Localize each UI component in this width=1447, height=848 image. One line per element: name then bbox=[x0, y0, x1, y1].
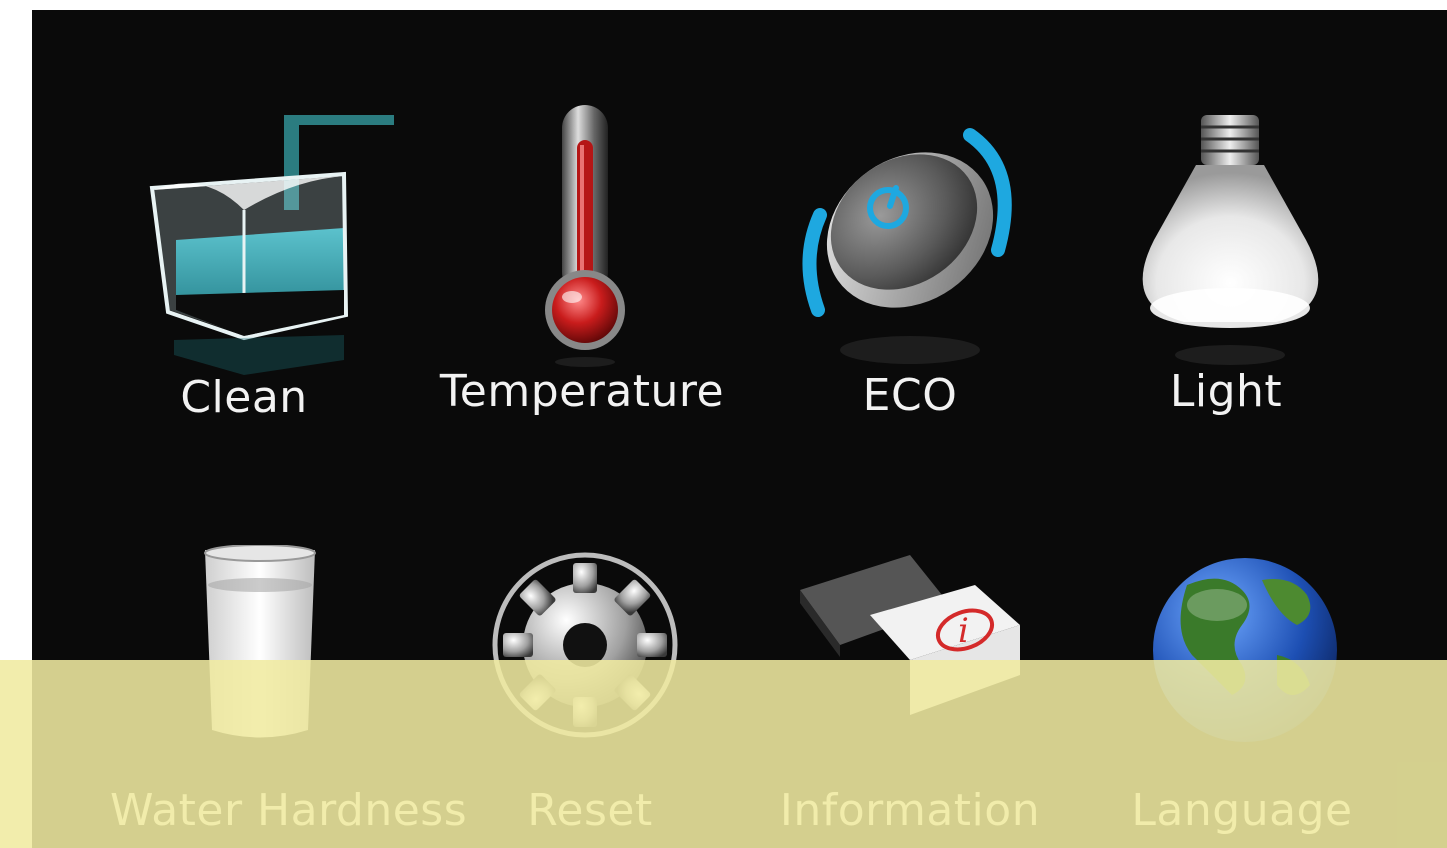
menu-tile-temperature[interactable]: Temperature bbox=[432, 100, 732, 440]
menu-label-eco: ECO bbox=[862, 370, 958, 421]
menu-label-language: Language bbox=[1131, 785, 1353, 836]
menu-tile-water-hardness[interactable]: Water Hardness bbox=[110, 545, 468, 848]
menu-label-clean: Clean bbox=[180, 372, 308, 423]
thermometer-icon bbox=[545, 105, 625, 367]
menu-label-temperature: Temperature bbox=[439, 366, 725, 417]
menu-label-information: Information bbox=[779, 785, 1041, 836]
menu-label-light: Light bbox=[1169, 366, 1283, 417]
menu-tile-reset[interactable]: Reset bbox=[440, 545, 740, 848]
svg-text:i: i bbox=[958, 611, 969, 651]
eco-power-button-icon bbox=[802, 128, 1012, 364]
menu-tile-clean[interactable]: Clean bbox=[94, 100, 394, 440]
menu-label-water-hardness: Water Hardness bbox=[110, 785, 468, 836]
light-bulb-icon bbox=[1142, 115, 1319, 365]
settings-menu-screen: Clean Temperature ECO Light Water Hardne… bbox=[32, 10, 1447, 848]
beaker-clean-icon bbox=[149, 115, 394, 375]
menu-tile-information[interactable]: i Information bbox=[760, 545, 1060, 848]
menu-label-reset: Reset bbox=[527, 785, 653, 836]
menu-tile-light[interactable]: Light bbox=[1076, 100, 1376, 440]
menu-tile-language[interactable]: Language bbox=[1092, 545, 1392, 848]
menu-tile-eco[interactable]: ECO bbox=[760, 100, 1060, 440]
